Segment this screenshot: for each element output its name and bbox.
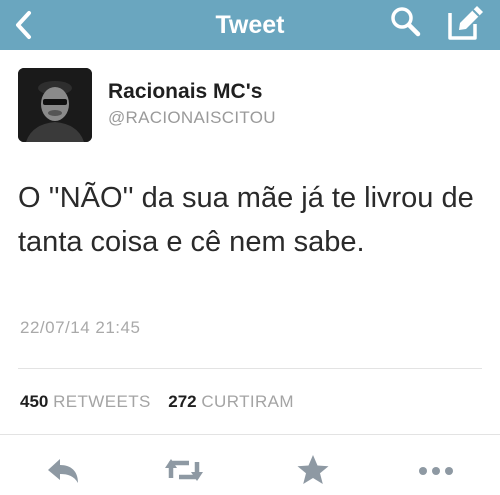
retweet-icon[interactable] [162, 450, 206, 490]
retweets-count: 450 [20, 392, 49, 411]
tweet-stats: 450 RETWEETS 272 CURTIRAM [20, 392, 294, 412]
tweet-text: O ''NÃO'' da sua mãe já te livrou de tan… [18, 182, 474, 258]
tweet-timestamp: 22/07/14 21:45 [20, 318, 141, 337]
reply-icon[interactable] [40, 450, 84, 490]
more-icon[interactable] [414, 450, 458, 490]
compose-icon[interactable] [446, 2, 486, 42]
star-icon[interactable] [291, 450, 335, 490]
likes-stat[interactable]: 272 CURTIRAM [168, 392, 294, 411]
page-title: Tweet [215, 11, 285, 39]
retweets-stat[interactable]: 450 RETWEETS [20, 392, 156, 411]
divider [0, 434, 500, 435]
author-name[interactable]: Racionais MC's [108, 80, 262, 104]
chevron-left-icon[interactable] [10, 8, 40, 42]
divider [18, 368, 482, 369]
author-handle[interactable]: @RACIONAISCITOU [108, 108, 276, 128]
likes-count: 272 [168, 392, 197, 411]
search-icon[interactable] [388, 4, 424, 40]
navigation-bar: Tweet [0, 0, 500, 50]
avatar[interactable] [18, 68, 92, 142]
retweets-label: RETWEETS [53, 392, 151, 411]
likes-label: CURTIRAM [201, 392, 294, 411]
